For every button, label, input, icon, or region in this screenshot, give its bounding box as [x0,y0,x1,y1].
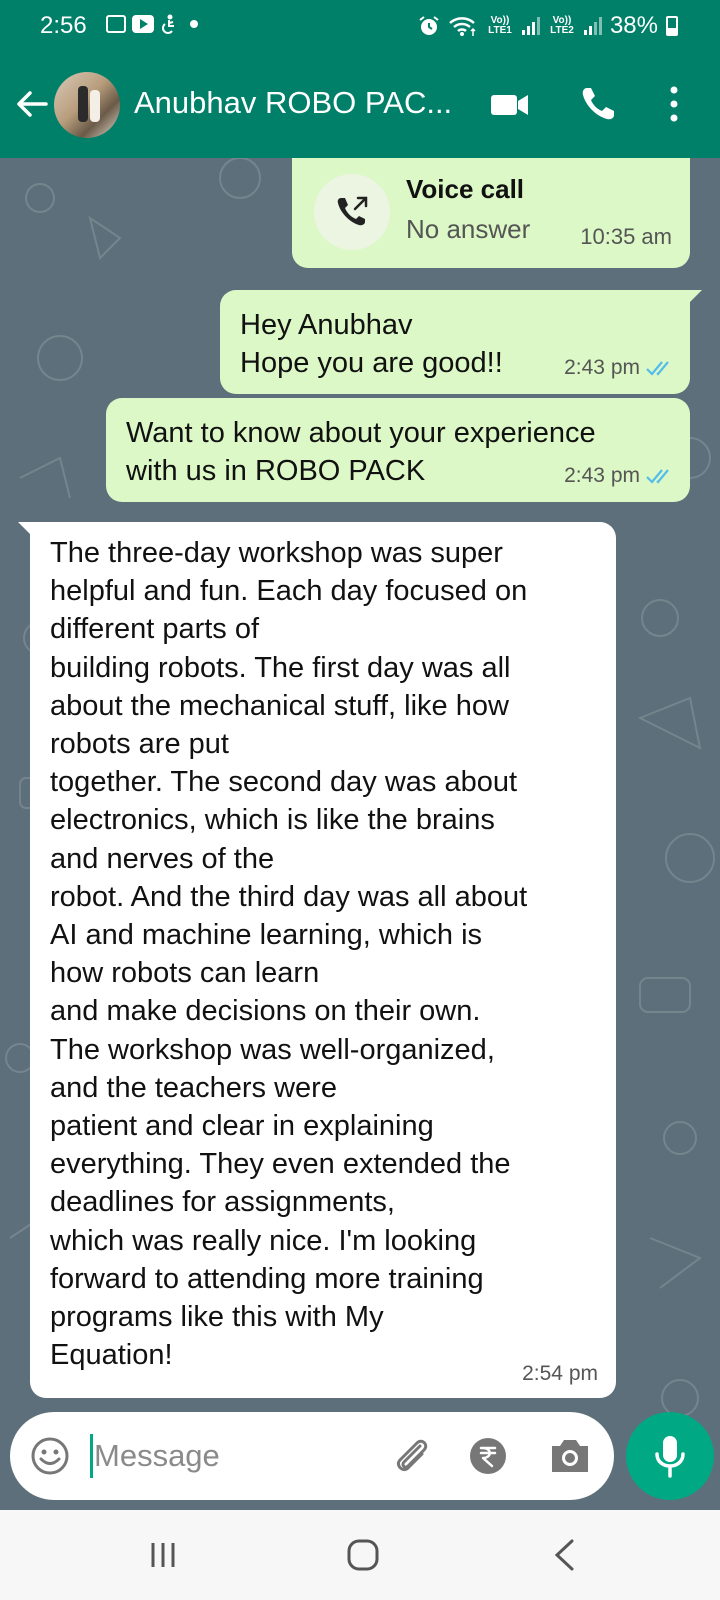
rupee-icon[interactable] [468,1436,508,1476]
notification-icons [106,14,198,34]
message-time: 2:43 pm [564,356,640,379]
call-status: No answer [406,214,531,244]
youtube-notification-icon [132,15,154,33]
call-icon-circle [314,174,390,250]
message-time: 2:54 pm [522,1362,598,1385]
nav-back-icon[interactable] [552,1538,576,1572]
navigation-bar [0,1510,720,1600]
phone-icon[interactable] [578,84,618,124]
double-tick-icon [646,469,669,484]
message-composer [10,1412,614,1500]
attach-icon[interactable] [390,1434,434,1478]
nav-home-icon[interactable] [346,1538,380,1572]
camera-icon[interactable] [548,1436,592,1476]
sim2-label: Vo)) LTE2 [550,15,574,36]
outgoing-call-icon [337,196,368,226]
battery-icon [666,16,678,36]
more-notifications-icon [190,20,198,28]
nav-recents-icon[interactable] [148,1540,178,1570]
chat-area[interactable]: Voice call No answer 10:35 am Hey Anubha… [0,158,720,1510]
mic-icon [655,1436,685,1478]
message-text: Want to know about your experience with … [126,417,596,487]
alarm-icon [419,16,439,35]
gallery-notification-icon [106,15,126,33]
avatar-figure [78,86,88,122]
call-title: Voice call [406,174,525,204]
bubble-tail [18,522,34,538]
status-bar: 2:56 Vo)) LTE1 Vo)) LTE2 38% [0,0,720,52]
message-text: Hey Anubhav Hope you are good!! [240,309,503,379]
contact-name[interactable]: Anubhav ROBO PAC... [134,85,452,121]
message-meta: 2:54 pm [522,1362,598,1386]
more-options-icon[interactable] [664,84,684,124]
back-arrow-icon[interactable] [12,84,52,124]
sim1-label: Vo)) LTE1 [488,15,512,36]
voice-call-message[interactable]: Voice call No answer 10:35 am [292,158,690,268]
system-status: Vo)) LTE1 Vo)) LTE2 38% [418,12,678,40]
contact-avatar[interactable] [54,72,120,138]
message-meta: 2:43 pm [564,356,672,380]
emoji-icon[interactable] [30,1436,70,1476]
outgoing-message[interactable]: Want to know about your experience with … [106,398,690,502]
message-text: The three-day workshop was super helpful… [50,537,528,1372]
chat-header: Anubhav ROBO PAC... [0,52,720,158]
bubble-tail [686,290,702,306]
message-time: 2:43 pm [564,464,640,487]
sim2-signal-icon [583,17,602,35]
video-call-icon[interactable] [490,88,530,122]
battery-percent: 38% [609,12,658,39]
wifi-icon [449,17,476,36]
sim1-signal-icon [521,17,540,35]
voice-record-button[interactable] [626,1412,714,1500]
text-cursor [90,1434,93,1478]
outgoing-message[interactable]: Hey Anubhav Hope you are good!! 2:43 pm [220,290,702,394]
message-meta: 2:43 pm [564,464,672,488]
message-input[interactable] [94,1426,364,1486]
message-time: 10:35 am [580,224,672,249]
double-tick-icon [646,361,669,376]
incoming-message[interactable]: The three-day workshop was super helpful… [18,522,616,1398]
avatar-figure [90,90,100,122]
status-time: 2:56 [40,12,87,39]
accessibility-notification-icon [162,14,174,34]
